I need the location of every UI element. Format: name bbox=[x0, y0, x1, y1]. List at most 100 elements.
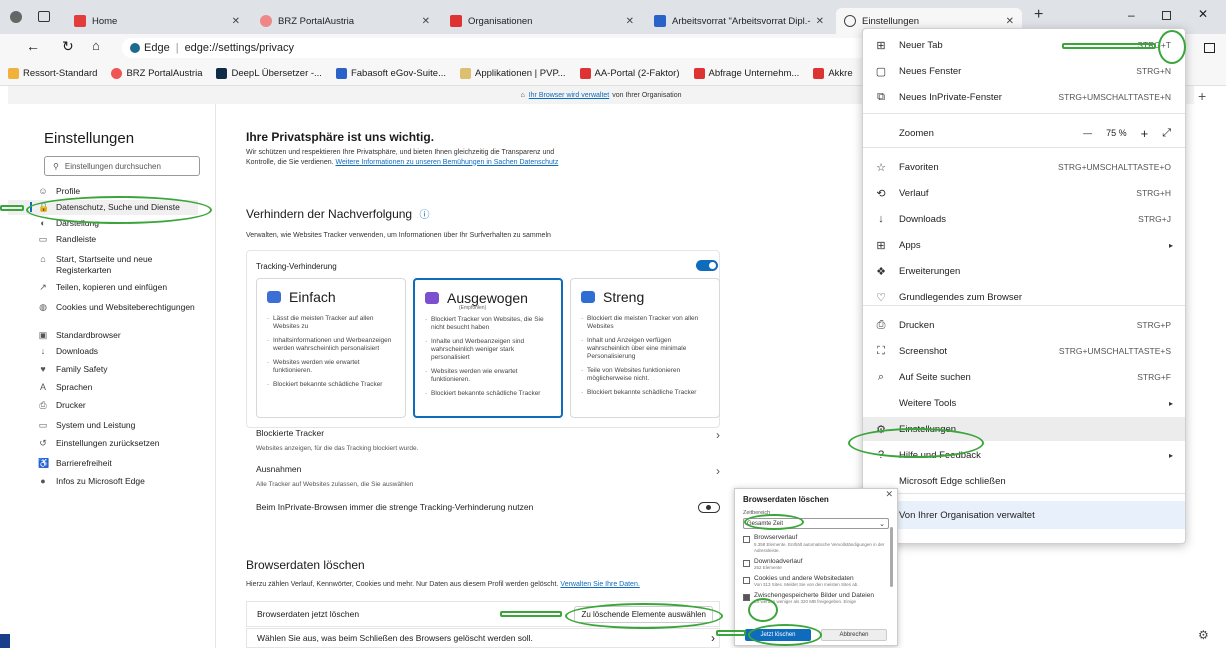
clear-data-dialog: ✕ Browserdaten löschen Zeitbereich Gesam… bbox=[734, 488, 898, 646]
favorite-item[interactable]: Abfrage Unternehm... bbox=[693, 68, 799, 79]
menu-item-neues-inprivate-fenster[interactable]: ⧉ Neues InPrivate-Fenster STRG+UMSCHALTTAS… bbox=[863, 85, 1185, 109]
tab-label: BRZ PortalAustria bbox=[278, 15, 355, 27]
profile-icon[interactable] bbox=[10, 11, 22, 23]
clear-option[interactable]: Downloadverlauf 262 Elemente bbox=[735, 558, 897, 572]
sidebar-item-printer[interactable]: ⎙ Drucker bbox=[8, 398, 198, 413]
menu-item-microsoft-edge-schließen[interactable]: Microsoft Edge schließen bbox=[863, 469, 1185, 493]
favorite-item[interactable]: BRZ PortalAustria bbox=[111, 68, 202, 79]
back-icon[interactable]: ← bbox=[26, 38, 40, 54]
sidebar-toggle-icon[interactable] bbox=[1204, 43, 1215, 53]
settings-search[interactable]: ⚲ Einstellungen durchsuchen bbox=[44, 156, 200, 176]
menu-item-auf-seite-suchen[interactable]: ⌕ Auf Seite suchen STRG+F bbox=[863, 365, 1185, 389]
restore-icon[interactable] bbox=[1162, 11, 1171, 20]
annotation-ellipse bbox=[748, 624, 822, 646]
sidebar-item-language[interactable]: A Sprachen bbox=[8, 380, 198, 395]
appearance-icon: ◐ bbox=[40, 218, 46, 228]
tab-favicon bbox=[450, 15, 462, 27]
menu-item-verlauf[interactable]: ⟲ Verlauf STRG+H bbox=[863, 181, 1185, 205]
tab-arbeitsvorrat[interactable]: Arbeitsvorrat "Arbeitsvorrat Dipl.- ✕ bbox=[646, 8, 832, 34]
close-icon[interactable]: ✕ bbox=[232, 16, 240, 27]
menu-item-label: Drucken bbox=[899, 319, 935, 331]
checkbox[interactable] bbox=[743, 536, 750, 543]
annotation-arrow bbox=[0, 205, 24, 211]
new-tab-icon: ⊞ bbox=[876, 39, 886, 52]
tracking-toggle[interactable] bbox=[696, 260, 718, 271]
tab-home[interactable]: Home ✕ bbox=[66, 8, 248, 34]
menu-item-favoriten[interactable]: ☆ Favoriten STRG+UMSCHALTTASTE+O bbox=[863, 155, 1185, 179]
privacy-link[interactable]: Weitere Informationen zu unseren Bemühun… bbox=[336, 159, 559, 166]
favorite-item[interactable]: AA-Portal (2-Faktor) bbox=[579, 68, 680, 79]
tab-actions-icon[interactable] bbox=[38, 11, 50, 22]
flag-icon bbox=[579, 68, 591, 79]
family-icon: ♥ bbox=[40, 364, 46, 374]
close-icon[interactable]: ✕ bbox=[422, 16, 430, 27]
sidebar-item-family[interactable]: ♥ Family Safety bbox=[8, 362, 198, 377]
sidebar-item-share[interactable]: ↗ Teilen, kopieren und einfügen bbox=[8, 280, 198, 295]
sidebar-item-sidebar[interactable]: ▭ Randleiste bbox=[8, 232, 198, 247]
menu-item-erweiterungen[interactable]: ❖ Erweiterungen bbox=[863, 259, 1185, 283]
sidebar-item-label: Cookies und Websiteberechtigungen bbox=[56, 302, 195, 312]
toggle-knob bbox=[709, 262, 716, 269]
sidebar-item-cookie[interactable]: ◍ Cookies und Websiteberechtigungen bbox=[8, 300, 198, 315]
menu-item-downloads[interactable]: ↓ Downloads STRG+J bbox=[863, 207, 1185, 231]
favorite-item[interactable]: Fabasoft eGov-Suite... bbox=[335, 68, 446, 79]
dialog-scrollbar[interactable] bbox=[890, 527, 893, 587]
fullscreen-icon[interactable]: ⤢ bbox=[1162, 127, 1171, 140]
menu-item-apps[interactable]: ⊞ Apps ▸ bbox=[863, 233, 1185, 257]
clear-option[interactable]: Browserverlauf 5.358 Elemente. Enthält au… bbox=[735, 534, 897, 555]
sidebar-item-reset[interactable]: ↺ Einstellungen zurücksetzen bbox=[8, 436, 198, 451]
sidebar-item-browser[interactable]: ▣ Standardbrowser bbox=[8, 328, 198, 343]
zoom-in-button[interactable]: + bbox=[1141, 126, 1149, 141]
favorites-icon: ☆ bbox=[876, 161, 886, 174]
manage-data-link[interactable]: Verwalten Sie Ihre Daten. bbox=[560, 581, 639, 588]
checkbox[interactable] bbox=[743, 576, 750, 584]
tab-organisationen[interactable]: Organisationen ✕ bbox=[442, 8, 642, 34]
card-bullets: Lässt die meisten Tracker auf allen Webs… bbox=[267, 315, 395, 389]
close-icon[interactable]: ✕ bbox=[816, 16, 824, 27]
dialog-close-icon[interactable]: ✕ bbox=[885, 489, 893, 500]
refresh-icon[interactable]: ↻ bbox=[62, 38, 74, 55]
sidebar-item-edge[interactable]: ● Infos zu Microsoft Edge bbox=[8, 474, 198, 489]
window-close-icon[interactable]: ✕ bbox=[1198, 7, 1208, 21]
menu-item-label: Screenshot bbox=[899, 345, 948, 357]
address-bar[interactable]: Edge | edge://settings/privacy ⊖ bbox=[122, 38, 892, 58]
sidebar-item-home[interactable]: ⌂ Start, Startseite und neue Registerkart… bbox=[8, 252, 198, 278]
menu-item-label: Grundlegendes zum Browser bbox=[899, 291, 1023, 303]
sidebar-item-system[interactable]: ▭ System und Leistung bbox=[8, 418, 198, 433]
close-icon[interactable]: ✕ bbox=[1006, 16, 1014, 27]
tracking-card-streng[interactable]: Streng Blockiert die meisten Tracker von … bbox=[570, 278, 720, 418]
sidebar-item-download[interactable]: ↓ Downloads bbox=[8, 344, 198, 359]
favorite-item[interactable]: Ressort-Standard bbox=[8, 68, 97, 79]
minimize-icon[interactable]: – bbox=[1128, 8, 1135, 22]
new-tab-button[interactable]: + bbox=[1034, 6, 1043, 24]
menu-item-zoomen[interactable]: Zoomen — 75 % + ⤢ bbox=[863, 121, 1185, 145]
info-icon[interactable]: ⓘ bbox=[419, 210, 429, 221]
clear-option[interactable]: Cookies und andere Websitedaten Von 313 S… bbox=[735, 575, 897, 589]
blocked-trackers-row[interactable]: Blockierte Tracker Websites anzeigen, fü… bbox=[246, 428, 720, 452]
zoom-out-button[interactable]: — bbox=[1083, 128, 1092, 138]
checkbox[interactable] bbox=[743, 559, 750, 567]
inprivate-toggle[interactable] bbox=[698, 502, 720, 513]
dialog-cancel-button[interactable]: Abbrechen bbox=[821, 629, 887, 641]
menu-item-weitere-tools[interactable]: Weitere Tools ▸ bbox=[863, 391, 1185, 415]
menu-item-drucken[interactable]: ⎙ Drucken STRG+P bbox=[863, 313, 1185, 337]
checkbox-checked[interactable] bbox=[743, 593, 750, 601]
menu-item-von-ihrer-organisation-verwaltet[interactable]: ▤Von Ihrer Organisation verwaltet bbox=[863, 501, 1185, 529]
favorite-item[interactable]: DeepL Übersetzer -... bbox=[216, 68, 322, 79]
managed-link[interactable]: Ihr Browser wird verwaltet bbox=[529, 92, 610, 99]
favorite-item[interactable]: Akkre bbox=[813, 68, 853, 79]
sidebar-add-icon[interactable]: + bbox=[1198, 88, 1206, 104]
exceptions-row[interactable]: Ausnahmen Alle Tracker auf Websites zula… bbox=[246, 464, 720, 488]
tab-brz[interactable]: BRZ PortalAustria ✕ bbox=[252, 8, 438, 34]
settings-gear-icon[interactable]: ⚙ bbox=[1198, 628, 1209, 642]
home-icon[interactable]: ⌂ bbox=[92, 38, 100, 53]
tracking-card-ausgewogen[interactable]: Ausgewogen(Empfohlen) Blockiert Tracker v… bbox=[413, 278, 563, 418]
menu-item-grundlegendes-zum-browser[interactable]: ♡ Grundlegendes zum Browser bbox=[863, 285, 1185, 309]
menu-item-neues-fenster[interactable]: ▢ Neues Fenster STRG+N bbox=[863, 59, 1185, 83]
favorite-item[interactable]: Applikationen | PVP... bbox=[460, 68, 566, 79]
on-close-row[interactable]: Wählen Sie aus, was beim Schließen des B… bbox=[246, 628, 720, 648]
close-icon[interactable]: ✕ bbox=[626, 16, 634, 27]
menu-item-screenshot[interactable]: ⛶ Screenshot STRG+UMSCHALTTASTE+S bbox=[863, 339, 1185, 363]
sidebar-item-accessibility[interactable]: ♿ Barrierefreiheit bbox=[8, 456, 198, 471]
tracking-card-einfach[interactable]: Einfach Lässt die meisten Tracker auf all… bbox=[256, 278, 406, 418]
